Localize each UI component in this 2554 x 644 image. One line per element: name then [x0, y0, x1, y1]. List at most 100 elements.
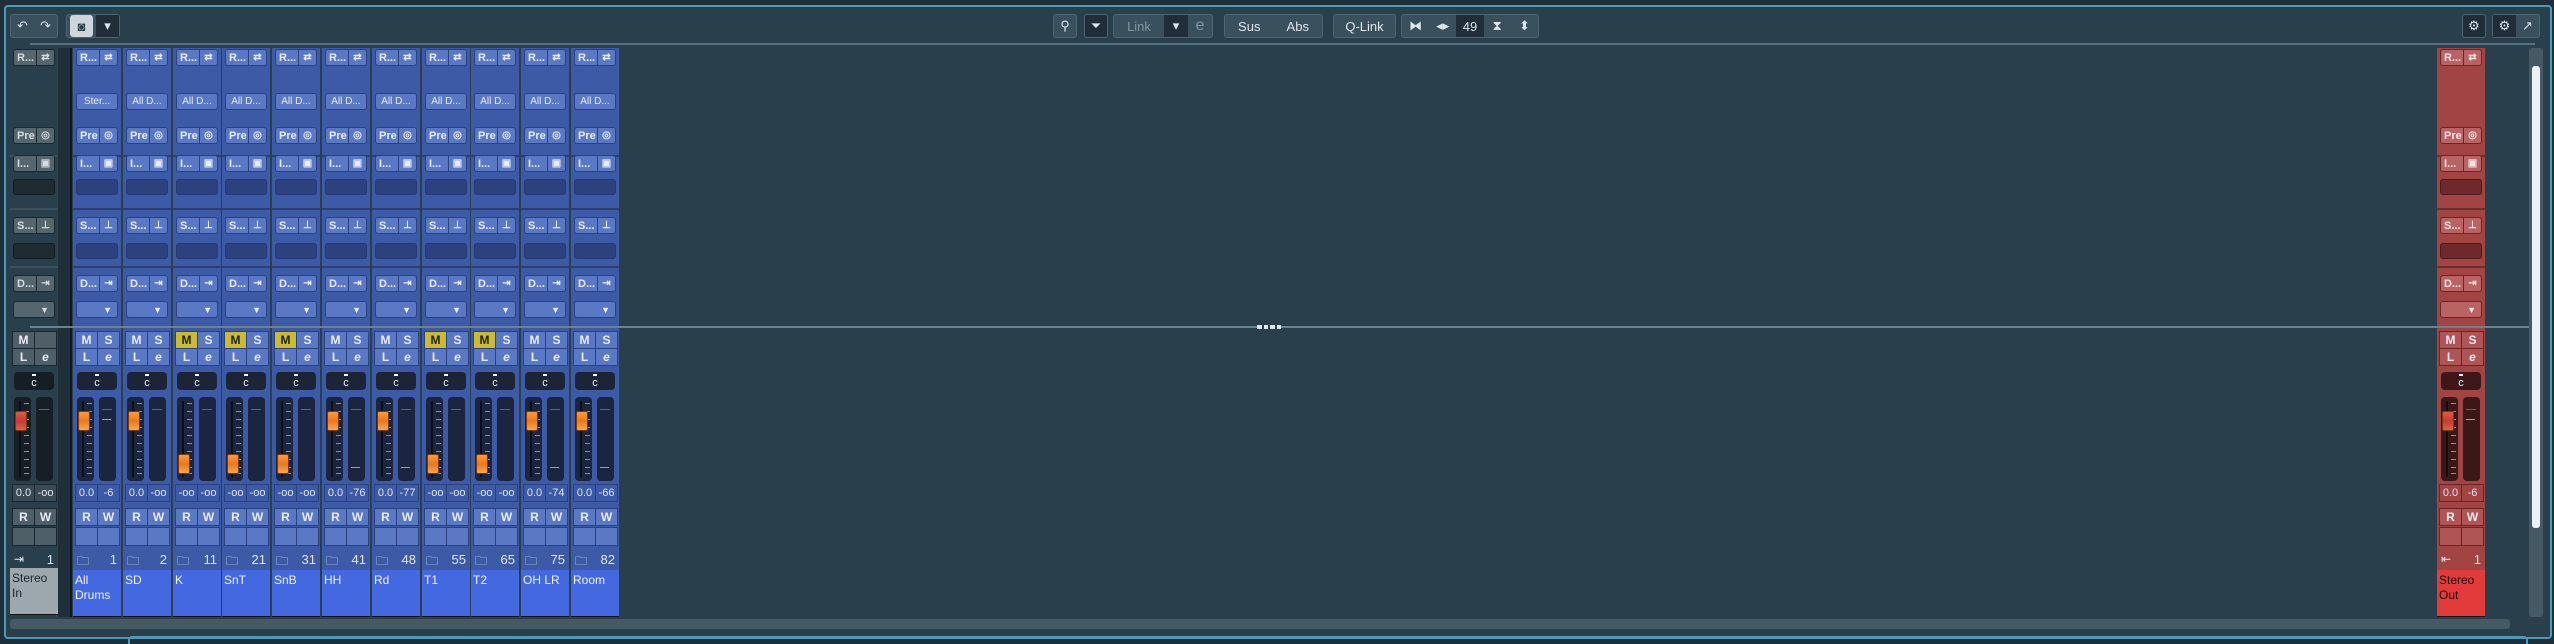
routing-button[interactable]: R... ⇄	[524, 49, 566, 66]
fader-handle[interactable]	[277, 454, 289, 474]
pre-button[interactable]: Pre ◎	[225, 127, 267, 144]
routing-button[interactable]: R... ⇄	[225, 49, 267, 66]
output-routing-dropdown[interactable]: ▼	[375, 301, 417, 318]
channel-name[interactable]: Room	[571, 570, 619, 617]
meter-peak-value[interactable]: -oo	[296, 484, 319, 502]
write-automation-button[interactable]: W	[446, 508, 469, 526]
direct-routing-button[interactable]: D... ⇥	[325, 275, 367, 292]
write-automation-button[interactable]: W	[2461, 508, 2484, 526]
read-automation-button[interactable]: R	[473, 508, 496, 526]
fader-value[interactable]: -oo	[175, 484, 198, 502]
edit-channel-button[interactable]: e	[97, 348, 120, 366]
sends-button[interactable]: S... ⊥	[574, 217, 616, 234]
sends-button[interactable]: S... ⊥	[126, 217, 168, 234]
read-automation-button[interactable]: R	[523, 508, 546, 526]
direct-routing-button[interactable]: D... ⇥	[225, 275, 267, 292]
sends-button[interactable]: S... ⊥	[225, 217, 267, 234]
solo-button[interactable]: S	[246, 331, 269, 349]
routing-button[interactable]: R... ⇄	[176, 49, 218, 66]
channel-name[interactable]: OH LR	[521, 570, 569, 617]
listen-button[interactable]: L	[473, 348, 496, 366]
listen-button[interactable]: L	[2439, 348, 2462, 366]
meter-peak-value[interactable]: -oo	[147, 484, 170, 502]
pan-control[interactable]: c	[226, 372, 266, 390]
pan-control[interactable]: c	[14, 372, 54, 390]
pan-control[interactable]: c	[376, 372, 416, 390]
pre-button[interactable]: Pre ◎	[474, 127, 516, 144]
insert-slot[interactable]	[425, 179, 467, 195]
solo-button[interactable]: S	[346, 331, 369, 349]
mute-button[interactable]: M	[374, 331, 397, 349]
filter-button[interactable]: ⏷	[1084, 14, 1108, 38]
insert-slot[interactable]	[325, 179, 367, 195]
narrow-channels-icon[interactable]: ⧓	[1402, 15, 1429, 37]
insert-slot[interactable]	[275, 179, 317, 195]
rack-divider-handle[interactable]	[1257, 325, 1281, 329]
read-automation-button[interactable]: R	[424, 508, 447, 526]
mute-button[interactable]: M	[274, 331, 297, 349]
input-select[interactable]: All D...	[474, 93, 516, 110]
fader-handle[interactable]	[2442, 411, 2454, 431]
routing-button[interactable]: R... ⇄	[474, 49, 516, 66]
direct-routing-button[interactable]: D... ⇥	[524, 275, 566, 292]
expand-height-icon[interactable]: ⬍	[1511, 15, 1538, 37]
channel-name[interactable]: T2	[471, 570, 519, 617]
insert-slot[interactable]	[375, 179, 417, 195]
fader-handle[interactable]	[377, 411, 389, 431]
edit-channel-button[interactable]: e	[396, 348, 419, 366]
inserts-button[interactable]: I... ▣	[225, 155, 267, 172]
volume-fader[interactable]	[14, 397, 31, 481]
channel-name[interactable]: SnB	[272, 570, 320, 617]
channel-name[interactable]: K	[173, 570, 221, 617]
meter-peak-value[interactable]: -77	[396, 484, 419, 502]
pre-button[interactable]: Pre ◎	[126, 127, 168, 144]
fader-handle[interactable]	[526, 411, 538, 431]
pre-button[interactable]: Pre ◎	[574, 127, 616, 144]
input-select[interactable]: All D...	[126, 93, 168, 110]
write-automation-button[interactable]: W	[197, 508, 220, 526]
widen-channels-icon[interactable]: ◂▸	[1429, 15, 1456, 37]
mute-button[interactable]: M	[473, 331, 496, 349]
direct-routing-button[interactable]: D... ⇥	[275, 275, 317, 292]
solo-button[interactable]: S	[197, 331, 220, 349]
camera-icon[interactable]: ◙	[70, 15, 93, 37]
routing-button[interactable]: R... ⇄	[13, 49, 55, 66]
inserts-button[interactable]: I... ▣	[176, 155, 218, 172]
collapse-height-icon[interactable]: ⧗	[1484, 15, 1511, 37]
fader-handle[interactable]	[128, 411, 140, 431]
routing-button[interactable]: R... ⇄	[275, 49, 317, 66]
sends-button[interactable]: S... ⊥	[325, 217, 367, 234]
fader-value[interactable]: -oo	[224, 484, 247, 502]
direct-routing-button[interactable]: D... ⇥	[126, 275, 168, 292]
insert-slot[interactable]	[13, 179, 55, 195]
write-automation-button[interactable]: W	[595, 508, 618, 526]
read-automation-button[interactable]: R	[2439, 508, 2462, 526]
channel-name[interactable]: Stereo Out	[2437, 570, 2485, 617]
q-link-button[interactable]: Q-Link	[1333, 14, 1396, 38]
fader-value[interactable]: 0.0	[75, 484, 98, 502]
fader-handle[interactable]	[427, 454, 439, 474]
send-slot[interactable]	[275, 243, 317, 259]
absolute-button[interactable]: Abs	[1274, 15, 1323, 37]
edit-channel-button[interactable]: e	[346, 348, 369, 366]
inserts-button[interactable]: I... ▣	[2440, 155, 2482, 172]
output-routing-dropdown[interactable]: ▼	[126, 301, 168, 318]
read-automation-button[interactable]: R	[573, 508, 596, 526]
write-automation-button[interactable]: W	[545, 508, 568, 526]
output-routing-dropdown[interactable]: ▼	[225, 301, 267, 318]
write-automation-button[interactable]: W	[34, 508, 57, 526]
channel-name[interactable]: HH	[322, 570, 370, 617]
insert-slot[interactable]	[176, 179, 218, 195]
output-routing-dropdown[interactable]: ▼	[275, 301, 317, 318]
solo-button[interactable]: S	[97, 331, 120, 349]
link-dropdown-chevron-icon[interactable]: ▾	[1164, 15, 1188, 37]
inserts-button[interactable]: I... ▣	[76, 155, 118, 172]
solo-button[interactable]: S	[495, 331, 518, 349]
routing-button[interactable]: R... ⇄	[126, 49, 168, 66]
routing-button[interactable]: R... ⇄	[76, 49, 118, 66]
send-slot[interactable]	[425, 243, 467, 259]
write-automation-button[interactable]: W	[147, 508, 170, 526]
listen-button[interactable]: L	[75, 348, 98, 366]
listen-button[interactable]: L	[324, 348, 347, 366]
edit-channel-button[interactable]: e	[446, 348, 469, 366]
